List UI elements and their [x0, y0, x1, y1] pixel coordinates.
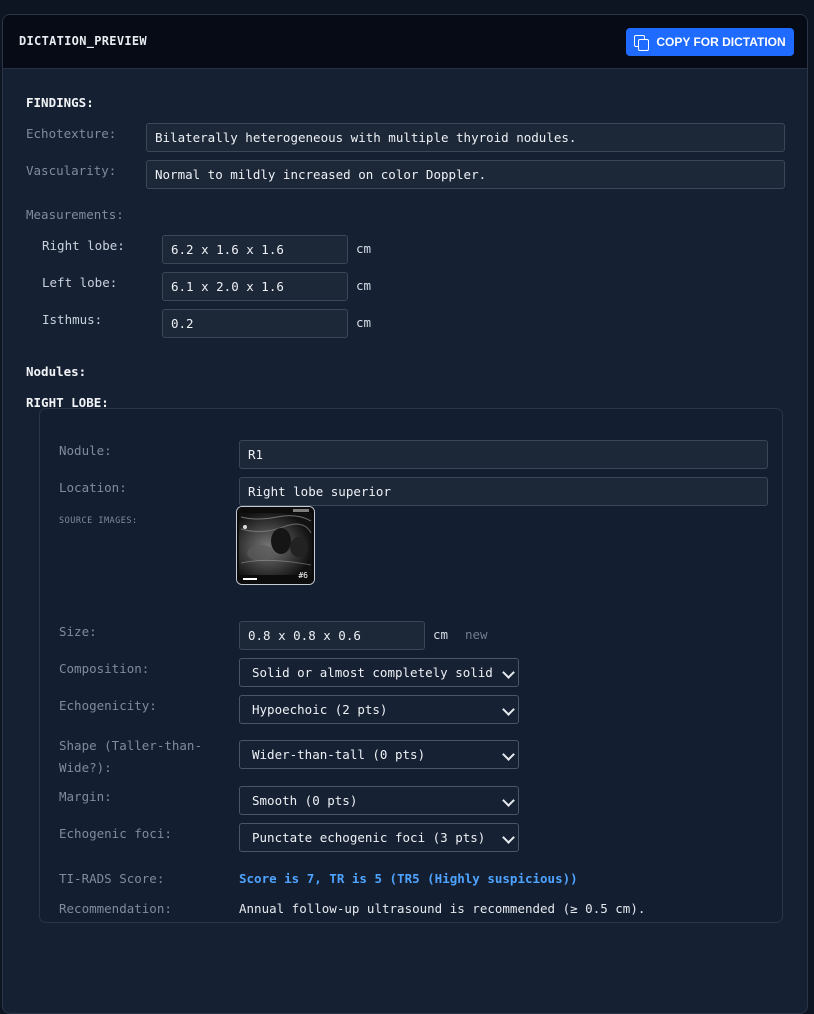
location-label: Location: [59, 480, 127, 495]
vascularity-label: Vascularity: [26, 163, 117, 178]
recommendation-label: Recommendation: [59, 901, 172, 916]
nodules-heading: Nodules: [26, 364, 87, 379]
margin-select[interactable]: Smooth (0 pts) [239, 786, 519, 815]
chevron-down-icon [502, 748, 515, 761]
right-lobe-unit: cm [356, 241, 372, 256]
margin-selected: Smooth (0 pts) [252, 793, 358, 808]
size-label: Size: [59, 624, 97, 639]
recommendation-text: Annual follow-up ultrasound is recommend… [239, 901, 646, 916]
echotexture-field[interactable]: Bilaterally heterogeneous with multiple … [146, 123, 785, 152]
left-lobe-measure-field[interactable]: 6.1 x 2.0 x 1.6 [162, 272, 348, 301]
echogenic-foci-label: Echogenic foci: [59, 826, 172, 841]
right-lobe-measure-field[interactable]: 6.2 x 1.6 x 1.6 [162, 235, 348, 264]
shape-selected: Wider-than-tall (0 pts) [252, 747, 426, 762]
size-unit: cm [433, 627, 449, 642]
panel-title: DICTATION_PREVIEW [19, 34, 147, 48]
echogenic-foci-selected: Punctate echogenic foci (3 pts) [252, 830, 486, 845]
left-lobe-unit: cm [356, 278, 372, 293]
composition-label: Composition: [59, 661, 150, 676]
left-lobe-measure-label: Left lobe: [42, 275, 118, 290]
isthmus-measure-label: Isthmus: [42, 312, 103, 327]
margin-label: Margin: [59, 789, 112, 804]
chevron-down-icon [502, 703, 515, 716]
echogenic-foci-select[interactable]: Punctate echogenic foci (3 pts) [239, 823, 519, 852]
size-new-badge: new [465, 627, 488, 642]
composition-selected: Solid or almost completely solid (2 pts) [252, 665, 518, 680]
echogenicity-selected: Hypoechoic (2 pts) [252, 702, 388, 717]
right-lobe-measure-label: Right lobe: [42, 238, 125, 253]
chevron-down-icon [502, 831, 515, 844]
panel-header: DICTATION_PREVIEW COPY FOR DICTATION [3, 15, 807, 69]
measurements-label: Measurements: [26, 207, 124, 222]
shape-select[interactable]: Wider-than-tall (0 pts) [239, 740, 519, 769]
isthmus-unit: cm [356, 315, 372, 330]
shape-label: Shape (Taller-than-Wide?): [59, 738, 202, 775]
source-images-label: SOURCE IMAGES: [59, 516, 138, 526]
size-field[interactable]: 0.8 x 0.8 x 0.6 [239, 621, 425, 650]
tirads-label: TI-RADS Score: [59, 871, 165, 886]
vascularity-field[interactable]: Normal to mildly increased on color Dopp… [146, 160, 785, 189]
source-image-thumbnail[interactable]: #6 [236, 506, 315, 585]
copy-icon [634, 34, 650, 51]
echotexture-label: Echotexture: [26, 126, 117, 141]
chevron-down-icon [502, 794, 515, 807]
copy-button-label: COPY FOR DICTATION [656, 35, 786, 49]
findings-heading: FINDINGS: [26, 95, 94, 110]
tirads-score: Score is 7, TR is 5 (TR5 (Highly suspici… [239, 871, 578, 886]
echogenicity-select[interactable]: Hypoechoic (2 pts) [239, 695, 519, 724]
isthmus-measure-field[interactable]: 0.2 [162, 309, 348, 338]
nodule-id-field[interactable]: R1 [239, 440, 768, 469]
copy-for-dictation-button[interactable]: COPY FOR DICTATION [626, 28, 794, 56]
composition-select[interactable]: Solid or almost completely solid (2 pts) [239, 658, 519, 687]
echogenicity-label: Echogenicity: [59, 698, 157, 713]
nodule-label: Nodule: [59, 443, 112, 458]
location-field[interactable]: Right lobe superior [239, 477, 768, 506]
thumbnail-caption: #6 [298, 571, 308, 580]
